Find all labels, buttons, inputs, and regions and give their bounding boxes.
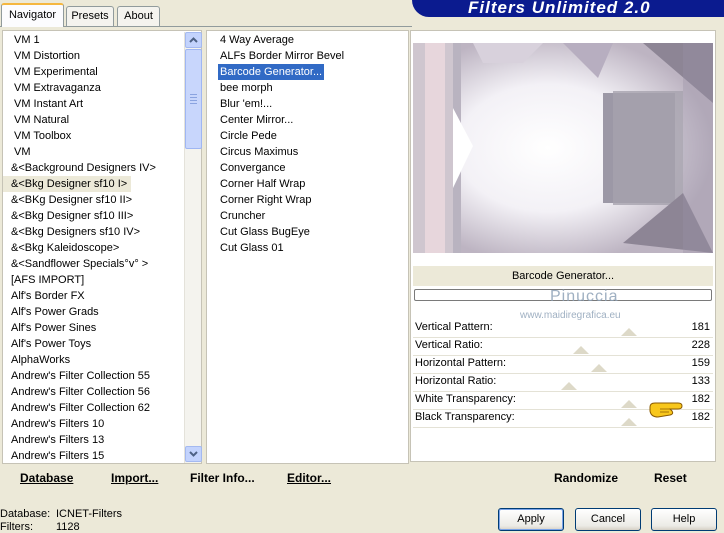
filter-item[interactable]: Corner Right Wrap [218,192,314,208]
editor-button[interactable]: Editor... [287,471,331,485]
category-item[interactable]: AlphaWorks [3,352,70,368]
slider-marker[interactable] [621,328,637,336]
slider-marker[interactable] [591,364,607,372]
category-item[interactable]: [AFS IMPORT] [3,272,84,288]
cancel-button[interactable]: Cancel [575,508,641,531]
param-value: 181 [691,321,710,333]
param-label: Vertical Pattern: [415,321,493,333]
category-item[interactable]: VM Extravaganza [3,80,101,96]
database-button[interactable]: Database [20,471,73,485]
slider-marker[interactable] [621,418,637,426]
title-banner: Filters Unlimited 2.0 [412,0,724,17]
param-label: Vertical Ratio: [415,339,483,351]
preview-image [413,43,713,253]
category-scrollbar[interactable] [184,32,202,463]
scroll-up-button[interactable] [185,32,202,48]
filter-list[interactable]: 4 Way Average ALFs Border Mirror Bevel Bar… [206,30,409,464]
reset-button[interactable]: Reset [654,471,687,485]
tab-about[interactable]: About [117,6,160,26]
category-item[interactable]: Alf's Border FX [3,288,85,304]
param-row[interactable]: Vertical Pattern: 181 [413,320,713,338]
param-value: 133 [691,375,710,387]
import-button[interactable]: Import... [111,471,158,485]
database-label: Database: [0,508,51,520]
param-label: White Transparency: [415,393,516,405]
banner-title: Filters Unlimited 2.0 [468,0,651,17]
pointing-hand-icon [648,399,684,422]
param-value: 182 [691,393,710,405]
filter-item[interactable]: bee morph [218,80,275,96]
filter-item[interactable]: Center Mirror... [218,112,295,128]
filters-count: 1128 [56,521,80,533]
category-item[interactable]: &<Background Designers IV> [3,160,156,176]
filter-item[interactable]: Blur 'em!... [218,96,274,112]
filter-title: Barcode Generator... [413,266,713,286]
category-item[interactable]: Alf's Power Sines [3,320,96,336]
filter-item[interactable]: Cruncher [218,208,267,224]
filter-item[interactable]: Cut Glass 01 [218,240,286,256]
filter-item[interactable]: Circle Pede [218,128,279,144]
filter-item[interactable]: Convergance [218,160,287,176]
slider-marker[interactable] [621,400,637,408]
category-item[interactable]: Andrew's Filters 10 [3,416,104,432]
param-label: Black Transparency: [415,411,515,423]
help-button[interactable]: Help [651,508,717,531]
category-item[interactable]: Andrew's Filters 13 [3,432,104,448]
scroll-down-button[interactable] [185,446,202,462]
category-item[interactable]: &<Sandflower Specials°v° > [3,256,148,272]
category-item[interactable]: Alf's Power Grads [3,304,99,320]
category-item[interactable]: VM Instant Art [3,96,83,112]
apply-button[interactable]: Apply [498,508,564,531]
category-item[interactable]: VM Experimental [3,64,98,80]
category-item[interactable]: &<Bkg Designer sf10 III> [3,208,133,224]
param-row[interactable]: Horizontal Pattern: 159 [413,356,713,374]
param-label: Horizontal Pattern: [415,357,507,369]
category-item[interactable]: Andrew's Filter Collection 62 [3,400,150,416]
param-value: 228 [691,339,710,351]
chevron-up-icon [189,37,198,43]
category-item[interactable]: &<Bkg Designer sf10 I> [3,176,132,192]
param-row[interactable]: Vertical Ratio: 228 [413,338,713,356]
filters-label: Filters: [0,521,33,533]
slider-marker[interactable] [561,382,577,390]
randomize-button[interactable]: Randomize [554,471,618,485]
category-item[interactable]: &<Bkg Designers sf10 IV> [3,224,140,240]
category-item[interactable]: VM Natural [3,112,69,128]
category-list[interactable]: VM 1 VM Distortion VM Experimental VM Extra… [2,30,202,464]
database-value: ICNET-Filters [56,508,122,520]
category-item[interactable]: Alf's Power Toys [3,336,91,352]
watermark-name: Pinuccia [550,288,619,305]
param-label: Horizontal Ratio: [415,375,497,387]
filter-item[interactable]: 4 Way Average [218,32,296,48]
param-value: 159 [691,357,710,369]
category-item[interactable]: Andrew's Filter Collection 56 [3,384,150,400]
filter-item[interactable]: Corner Half Wrap [218,176,307,192]
scroll-thumb[interactable] [185,49,202,149]
filter-item[interactable]: ALFs Border Mirror Bevel [218,48,346,64]
filter-item[interactable]: Cut Glass BugEye [218,224,312,240]
category-item[interactable]: Andrew's Filter Collection 55 [3,368,150,384]
filter-item[interactable]: Circus Maximus [218,144,300,160]
category-item[interactable]: &<Bkg Kaleidoscope> [3,240,119,256]
filter-item[interactable]: Barcode Generator... [218,64,324,80]
chevron-down-icon [189,451,198,457]
category-item[interactable]: VM 1 [3,32,40,48]
tab-presets[interactable]: Presets [66,6,114,26]
category-item[interactable]: Andrew's Filters 15 [3,448,104,463]
category-item[interactable]: VM Toolbox [3,128,71,144]
param-value: 182 [691,411,710,423]
filter-info-button[interactable]: Filter Info... [190,471,255,485]
category-item[interactable]: VM Distortion [3,48,80,64]
category-item[interactable]: &<BKg Designer sf10 II> [3,192,132,208]
tab-navigator[interactable]: Navigator [1,3,64,27]
param-row[interactable]: Horizontal Ratio: 133 [413,374,713,392]
category-item[interactable]: VM [3,144,31,160]
slider-marker[interactable] [573,346,589,354]
